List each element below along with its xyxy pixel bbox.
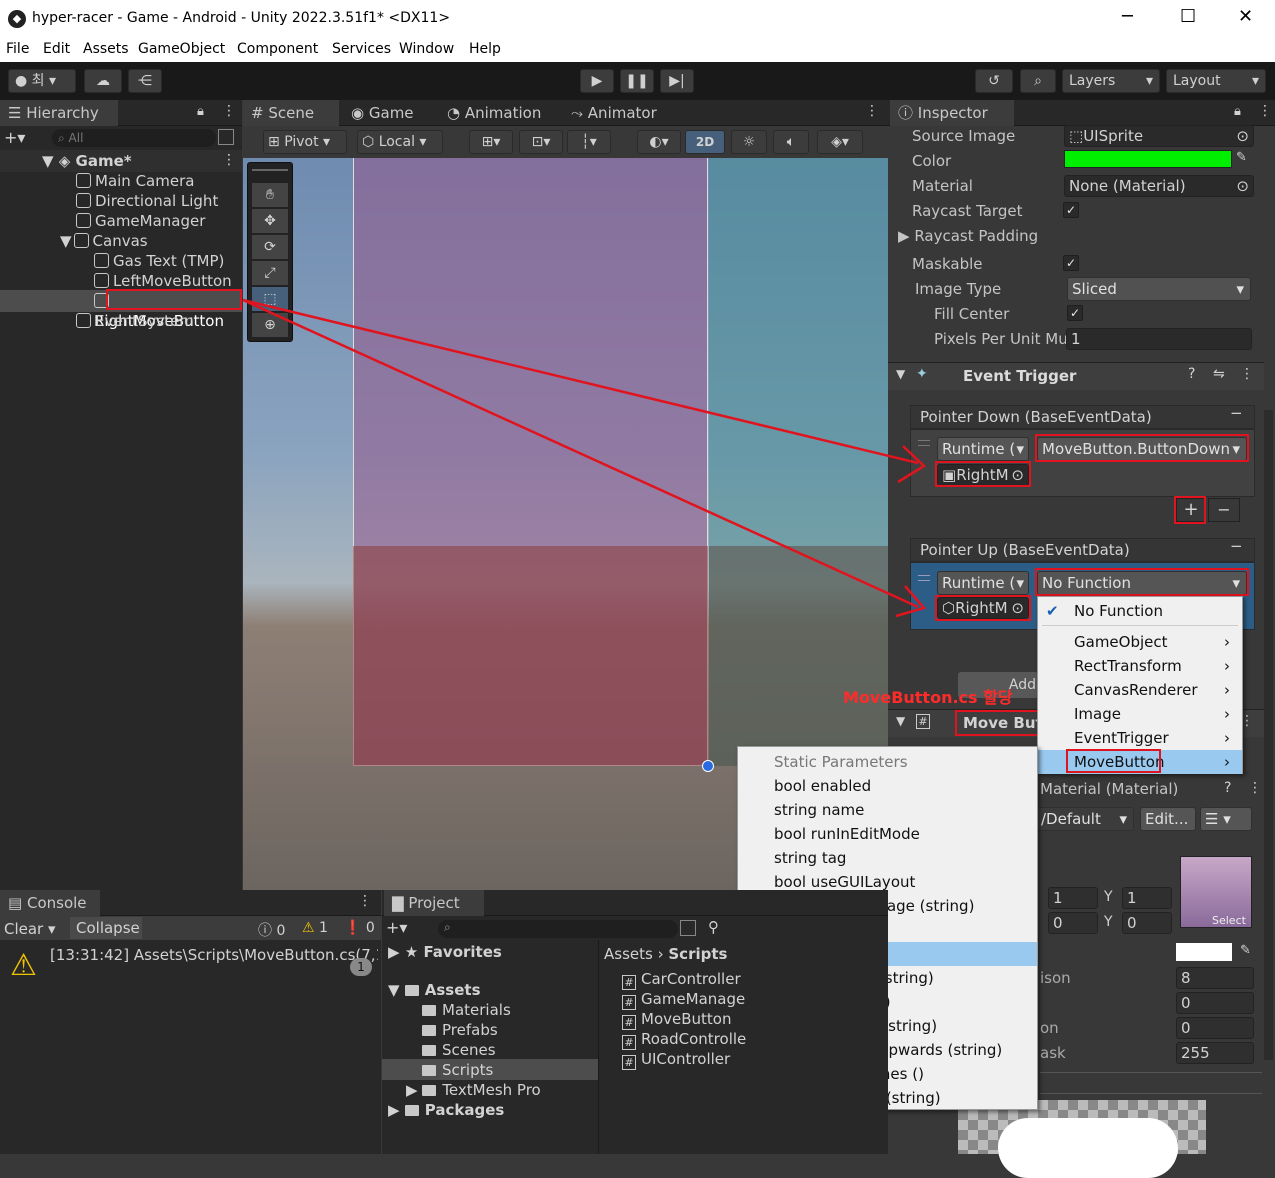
- arrow-to-pointer-up: [242, 298, 919, 609]
- arrowhead-down: [897, 445, 927, 484]
- arrow-to-pointer-down: [242, 298, 919, 465]
- annotation-arrows: [242, 298, 927, 618]
- arrowhead-up: [895, 585, 927, 618]
